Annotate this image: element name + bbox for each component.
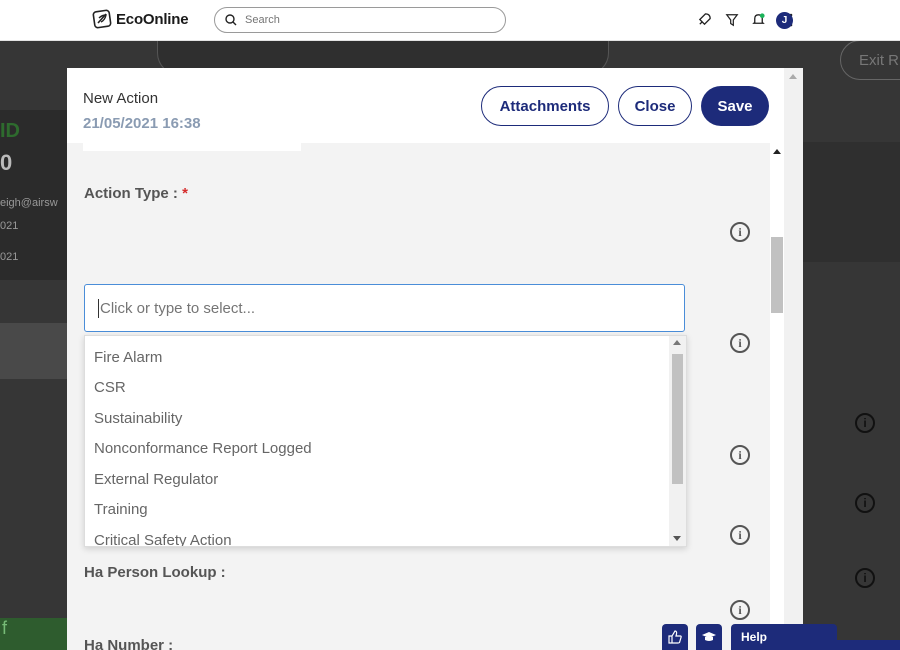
new-action-modal: New Action 21/05/2021 16:38 Attachments … (67, 68, 803, 650)
info-icon[interactable]: i (730, 445, 750, 465)
dropdown-option[interactable]: Fire Alarm (94, 349, 162, 366)
modal-scroll-thumb[interactable] (771, 237, 783, 313)
background-info-icon: i (855, 413, 875, 433)
action-type-label: Action Type : * (84, 185, 188, 202)
ha-number-label: Ha Number : (84, 637, 174, 650)
info-icon[interactable]: i (730, 222, 750, 242)
dropdown-option[interactable]: External Regulator (94, 471, 218, 488)
modal-date: 21/05/2021 16:38 (83, 115, 201, 132)
background-green-tab: f (0, 618, 67, 650)
background-exit-button: Exit R (840, 40, 900, 80)
background-date-1: 021 (0, 220, 19, 232)
thumbs-up-button[interactable] (662, 624, 688, 650)
background-info-icon: i (855, 493, 875, 513)
scroll-up-arrow-icon[interactable] (789, 74, 797, 79)
ecoonline-logo-icon (92, 9, 112, 29)
action-type-dropdown: Fire Alarm CSR Sustainability Nonconform… (84, 335, 687, 547)
dropdown-scrollbar[interactable] (669, 336, 686, 546)
background-id-text: ID (0, 120, 20, 142)
search-box[interactable] (214, 7, 506, 33)
background-date-2: 021 (0, 251, 19, 263)
action-type-label-text: Action Type : (84, 185, 183, 202)
thumbs-up-icon (668, 630, 682, 644)
attachments-button[interactable]: Attachments (481, 86, 609, 126)
background-count: 0 (0, 150, 13, 175)
search-icon (225, 14, 237, 26)
help-button[interactable]: Help (731, 624, 837, 650)
modal-body-scrollbar[interactable] (770, 143, 784, 650)
background-right-panel (803, 142, 900, 262)
action-type-input[interactable] (98, 298, 662, 318)
graduation-cap-icon (702, 632, 716, 641)
background-email: eigh@airsw (0, 197, 58, 209)
background-info-icon: i (855, 568, 875, 588)
scroll-down-arrow-icon[interactable] (673, 536, 681, 541)
scroll-up-arrow-icon[interactable] (673, 340, 681, 345)
modal-header: New Action 21/05/2021 16:38 Attachments … (67, 68, 784, 143)
ha-person-lookup-label: Ha Person Lookup : (84, 564, 226, 581)
user-avatar[interactable]: J (776, 12, 793, 29)
brand-name: EcoOnline (116, 10, 189, 28)
background-strip (0, 323, 67, 379)
dropdown-option[interactable]: Training (94, 501, 148, 518)
modal-title: New Action (83, 90, 159, 107)
modal-outer-scrollbar[interactable] (784, 68, 803, 650)
background-bottom-bar (837, 640, 900, 650)
dropdown-scroll-thumb[interactable] (672, 354, 683, 484)
dropdown-option[interactable]: Nonconformance Report Logged (94, 440, 312, 457)
rocket-icon[interactable] (696, 11, 713, 28)
brand-logo[interactable]: EcoOnline (92, 9, 189, 29)
info-icon[interactable]: i (730, 525, 750, 545)
action-type-select[interactable] (84, 284, 685, 332)
close-button[interactable]: Close (618, 86, 692, 126)
dropdown-option[interactable]: Critical Safety Action (94, 532, 232, 546)
bell-icon[interactable] (750, 11, 767, 28)
info-icon[interactable]: i (730, 600, 750, 620)
body-top-strip (83, 143, 301, 151)
search-input[interactable] (243, 13, 487, 27)
save-button[interactable]: Save (701, 86, 769, 126)
top-bar: EcoOnline J (0, 0, 900, 41)
learning-button[interactable] (696, 624, 722, 650)
scroll-up-arrow-icon[interactable] (773, 149, 781, 154)
filter-icon[interactable] (723, 11, 740, 28)
info-icon[interactable]: i (730, 333, 750, 353)
dropdown-option[interactable]: CSR (94, 379, 126, 396)
modal-body: Action Type : * i i i i i HA Bash Produc… (67, 143, 770, 650)
required-asterisk: * (182, 185, 188, 202)
dropdown-option[interactable]: Sustainability (94, 410, 182, 427)
